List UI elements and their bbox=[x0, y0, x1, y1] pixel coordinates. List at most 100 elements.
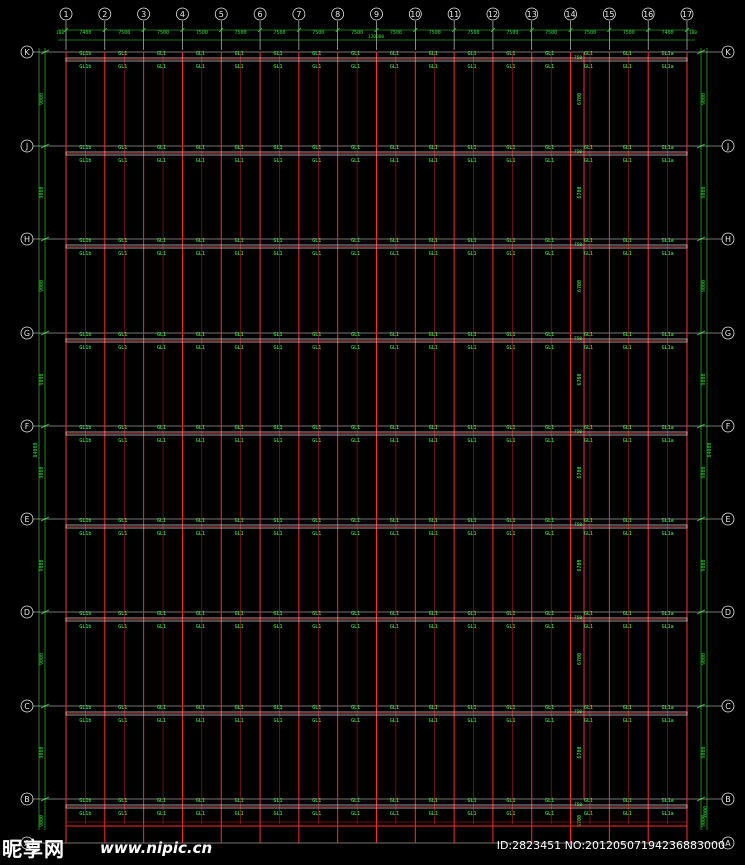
beam-label-top: GL1 bbox=[118, 238, 127, 244]
beam-label-top: GL1b bbox=[79, 51, 91, 57]
beam-label-top: GL1 bbox=[196, 51, 205, 57]
beam-label-top: GL1 bbox=[196, 332, 205, 338]
beam-label-bottom: GL1 bbox=[351, 624, 360, 630]
beam-label-top: GL1 bbox=[584, 425, 593, 431]
beam-label-top: GL1a bbox=[662, 332, 674, 338]
beam-label-top: GL1a bbox=[662, 611, 674, 617]
beam-label-top: GL1 bbox=[351, 332, 360, 338]
beam-label-bottom: GL1 bbox=[273, 438, 282, 444]
beam-label-bottom: GL1 bbox=[468, 345, 477, 351]
beam-label-bottom: GL1 bbox=[312, 438, 321, 444]
beam-label-top: GL1 bbox=[235, 705, 244, 711]
column-axis-label: 10 bbox=[410, 10, 420, 19]
column-axis-label: 15 bbox=[604, 10, 614, 19]
beam-label-bottom: GL1 bbox=[468, 531, 477, 537]
beam-label-bottom: GL1 bbox=[118, 158, 127, 164]
span-dimension-label: 7500 bbox=[312, 30, 324, 36]
beam-label-top: GL1 bbox=[545, 238, 554, 244]
row-axis-label: K bbox=[24, 48, 30, 57]
column-axis-label: 17 bbox=[682, 10, 692, 19]
beam-label-top: GL1 bbox=[235, 51, 244, 57]
beam-label-bottom: GL1 bbox=[235, 64, 244, 70]
bay-dimension-label: 9000 bbox=[39, 186, 45, 198]
column-label: 750 bbox=[574, 522, 582, 528]
beam-label-bottom: GL1b bbox=[79, 624, 91, 630]
beam-label-top: GL1 bbox=[196, 238, 205, 244]
beam-label-top: GL1 bbox=[273, 425, 282, 431]
beam-label-bottom: GL1 bbox=[623, 438, 632, 444]
beam-label-top: GL1 bbox=[468, 611, 477, 617]
beam-label-bottom: GL1a bbox=[662, 811, 674, 817]
beam-label-top: GL1 bbox=[390, 798, 399, 804]
beam-label-top: GL1 bbox=[157, 705, 166, 711]
beam-label-top: GL1 bbox=[429, 798, 438, 804]
column-label: 750 bbox=[574, 615, 582, 621]
row-axis-label: F bbox=[726, 422, 731, 431]
beam-label-top: GL1 bbox=[273, 518, 282, 524]
beam-label-top: GL1 bbox=[390, 145, 399, 151]
beam-label-top: GL1 bbox=[118, 425, 127, 431]
beam-label-bottom: GL1 bbox=[623, 718, 632, 724]
beam-label-top: GL1 bbox=[157, 518, 166, 524]
bay-dimension-label: 9000 bbox=[701, 373, 707, 385]
beam-label-bottom: GL1 bbox=[312, 718, 321, 724]
bay-dimension-label: 9000 bbox=[701, 746, 707, 758]
beam-label-bottom: GL1 bbox=[235, 438, 244, 444]
row-axis-label: D bbox=[725, 608, 731, 617]
bay-dimension-label: 9000 bbox=[701, 653, 707, 665]
beam-label-bottom: GL1 bbox=[623, 811, 632, 817]
beam-label-bottom: GL1 bbox=[235, 718, 244, 724]
beam-label-bottom: GL1 bbox=[623, 64, 632, 70]
beam-label-bottom: GL1 bbox=[118, 64, 127, 70]
beam-label-top: GL1 bbox=[468, 238, 477, 244]
column-axis-label: 7 bbox=[296, 10, 301, 19]
beam-label-top: GL1 bbox=[312, 798, 321, 804]
row-axis-label: H bbox=[24, 235, 30, 244]
beam-label-top: GL1 bbox=[235, 332, 244, 338]
beam-label-top: GL1 bbox=[351, 145, 360, 151]
beam-label-bottom: GL1 bbox=[351, 64, 360, 70]
beam-label-bottom: GL1 bbox=[157, 718, 166, 724]
span-dimension-label: 7500 bbox=[429, 30, 441, 36]
beam-label-top: GL1 bbox=[235, 798, 244, 804]
beam-label-bottom: GL1 bbox=[273, 531, 282, 537]
beam-label-top: GL1a bbox=[662, 518, 674, 524]
beam-label-bottom: GL1 bbox=[506, 531, 515, 537]
beam-label-top: GL1 bbox=[235, 518, 244, 524]
beam-label-bottom: GL1 bbox=[312, 64, 321, 70]
beam-label-top: GL1b bbox=[79, 425, 91, 431]
column-axis-label: 9 bbox=[374, 10, 379, 19]
beam-label-bottom: GL1 bbox=[390, 158, 399, 164]
beam-label-bottom: GL1 bbox=[351, 158, 360, 164]
beam-label-bottom: GL1 bbox=[584, 531, 593, 537]
beam-label-bottom: GL1 bbox=[235, 624, 244, 630]
beam-label-bottom: GL1 bbox=[468, 438, 477, 444]
watermark-id: ID:2823451 NO:20120507194236883000 bbox=[496, 839, 725, 852]
beam-label-bottom: GL1 bbox=[351, 718, 360, 724]
beam-label-bottom: GL1 bbox=[157, 438, 166, 444]
beam-label-top: GL1 bbox=[273, 611, 282, 617]
beam-label-bottom: GL1 bbox=[118, 718, 127, 724]
beam-label-top: GL1 bbox=[623, 425, 632, 431]
beam-label-top: GL1b bbox=[79, 332, 91, 338]
beam-label-bottom: GL1 bbox=[390, 438, 399, 444]
column-axis-label: 8 bbox=[335, 10, 340, 19]
column-label: 750 bbox=[574, 242, 582, 248]
column-label: 750 bbox=[574, 55, 582, 61]
column-axis-label: 2 bbox=[102, 10, 107, 19]
bay-dimension-label: 9000 bbox=[701, 466, 707, 478]
beam-label-bottom: GL1b bbox=[79, 64, 91, 70]
beam-label-bottom: GL1a bbox=[662, 158, 674, 164]
beam-label-bottom: GL1 bbox=[429, 438, 438, 444]
beam-label-top: GL1 bbox=[468, 425, 477, 431]
span-dimension-label: 7500 bbox=[118, 30, 130, 36]
beam-label-top: GL1 bbox=[196, 611, 205, 617]
beam-label-top: GL1 bbox=[312, 332, 321, 338]
beam-label-top: GL1 bbox=[429, 332, 438, 338]
column-axis-label: 4 bbox=[180, 10, 185, 19]
beam-label-bottom: GL1a bbox=[662, 718, 674, 724]
beam-label-top: GL1 bbox=[584, 238, 593, 244]
beam-label-top: GL1b bbox=[79, 798, 91, 804]
row-axis-label: E bbox=[24, 515, 29, 524]
beam-label-bottom: GL1 bbox=[506, 64, 515, 70]
